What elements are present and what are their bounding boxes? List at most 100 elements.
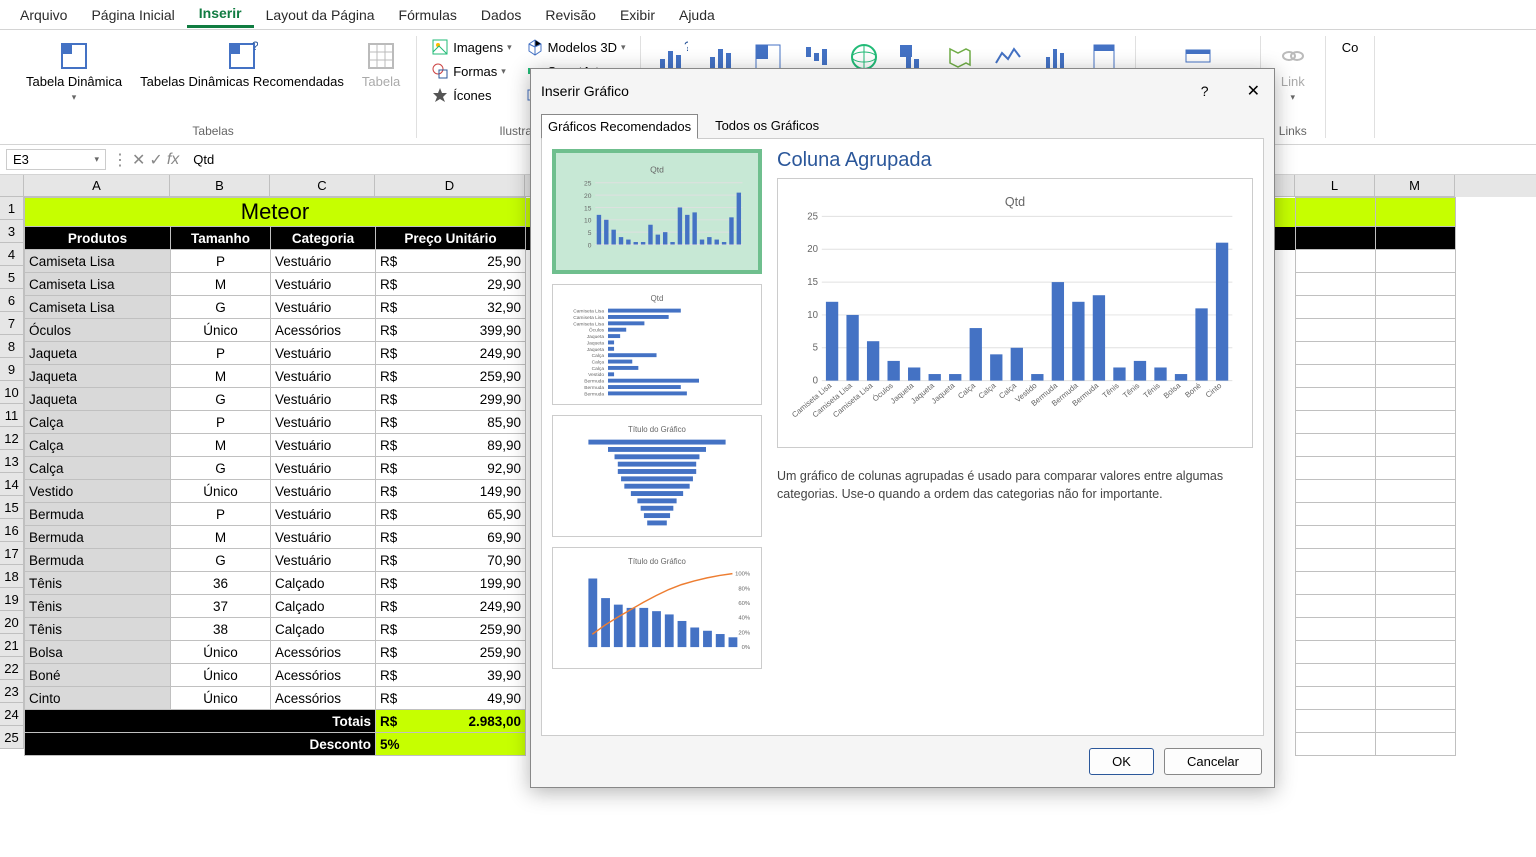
row-header-15[interactable]: 15	[0, 496, 24, 519]
row-header-19[interactable]: 19	[0, 588, 24, 611]
link-button[interactable]: Link▾	[1271, 36, 1315, 107]
pivot-table-button[interactable]: Tabela Dinâmica▾	[20, 36, 128, 107]
svg-text:5: 5	[588, 230, 592, 237]
thumb-column[interactable]: Qtd0510152025	[552, 149, 762, 274]
comment-button[interactable]: Co	[1336, 36, 1365, 60]
row-header-12[interactable]: 12	[0, 427, 24, 450]
menu-dados[interactable]: Dados	[469, 3, 533, 27]
svg-text:40%: 40%	[738, 616, 750, 622]
row-header-13[interactable]: 13	[0, 450, 24, 473]
row-header-20[interactable]: 20	[0, 611, 24, 634]
row-header-6[interactable]: 6	[0, 289, 24, 312]
svg-text:60%: 60%	[738, 601, 750, 607]
svg-text:10: 10	[807, 310, 818, 321]
thumb-pareto[interactable]: Título do Gráfico100%80%60%40%20%0%	[552, 547, 762, 669]
svg-text:0%: 0%	[742, 645, 750, 651]
svg-text:Bermuda: Bermuda	[584, 391, 604, 397]
menu-inserir[interactable]: Inserir	[187, 1, 254, 28]
ok-button[interactable]: OK	[1089, 748, 1154, 775]
menu-arquivo[interactable]: Arquivo	[8, 3, 79, 27]
col-header-D[interactable]: D	[375, 175, 525, 197]
svg-text:?: ?	[684, 41, 688, 54]
row-header-7[interactable]: 7	[0, 312, 24, 335]
row-header-22[interactable]: 22	[0, 657, 24, 680]
col-header-B[interactable]: B	[170, 175, 270, 197]
row-header-21[interactable]: 21	[0, 634, 24, 657]
menu-bar: Arquivo Página Inicial Inserir Layout da…	[0, 0, 1536, 30]
confirm-icon[interactable]: ✓	[149, 150, 162, 170]
row-header-23[interactable]: 23	[0, 680, 24, 703]
row-header-1[interactable]: 1	[0, 197, 24, 220]
row-header-4[interactable]: 4	[0, 243, 24, 266]
svg-text:Título do Gráfico: Título do Gráfico	[628, 425, 687, 434]
recommended-pivot-button[interactable]: ? Tabelas Dinâmicas Recomendadas	[134, 36, 350, 94]
menu-formulas[interactable]: Fórmulas	[387, 3, 469, 27]
insert-chart-dialog: Inserir Gráfico ? ✕ Gráficos Recomendado…	[530, 68, 1275, 788]
svg-text:Jaqueta: Jaqueta	[587, 346, 605, 352]
formula-icons: ⋮✕✓fx	[112, 150, 179, 170]
tab-all-charts[interactable]: Todos os Gráficos	[708, 113, 826, 138]
svg-text:25: 25	[584, 181, 592, 188]
pivot-table-icon	[58, 40, 90, 72]
svg-text:Bermuda: Bermuda	[584, 378, 604, 384]
link-icon	[1277, 40, 1309, 72]
tab-recommended[interactable]: Gráficos Recomendados	[541, 114, 698, 139]
menu-layout[interactable]: Layout da Página	[254, 3, 387, 27]
svg-text:Qtd: Qtd	[1005, 195, 1025, 209]
svg-text:Jaqueta: Jaqueta	[587, 334, 605, 340]
table-icon	[365, 40, 397, 72]
col-header-C[interactable]: C	[270, 175, 375, 197]
row-header-25[interactable]: 25	[0, 726, 24, 749]
chart-type-title: Coluna Agrupada	[777, 149, 1253, 172]
thumb-funnel[interactable]: Título do Gráfico	[552, 415, 762, 537]
row-header-24[interactable]: 24	[0, 703, 24, 726]
svg-text:Óculos: Óculos	[589, 326, 605, 333]
svg-text:Calça: Calça	[592, 365, 605, 371]
row-header-3[interactable]: 3	[0, 220, 24, 243]
svg-text:Bolsa: Bolsa	[1162, 381, 1183, 401]
row-header-9[interactable]: 9	[0, 358, 24, 381]
table-button[interactable]: Tabela	[356, 36, 406, 94]
row-header-17[interactable]: 17	[0, 542, 24, 565]
svg-text:20: 20	[584, 193, 592, 200]
row-header-14[interactable]: 14	[0, 473, 24, 496]
recommended-pivot-icon: ?	[226, 40, 258, 72]
svg-text:Camiseta Lisa: Camiseta Lisa	[573, 321, 604, 327]
svg-text:Qtd: Qtd	[651, 293, 664, 302]
fx-icon[interactable]: fx	[167, 151, 179, 169]
svg-text:0: 0	[813, 376, 818, 387]
svg-text:10: 10	[584, 218, 592, 225]
svg-text:0: 0	[588, 242, 592, 249]
cancel-icon[interactable]: ✕	[132, 150, 145, 170]
menu-exibir[interactable]: Exibir	[608, 3, 667, 27]
thumb-bar[interactable]: QtdCamiseta LisaCamiseta LisaCamiseta Li…	[552, 284, 762, 406]
select-all-corner[interactable]	[0, 175, 24, 197]
menu-revisao[interactable]: Revisão	[533, 3, 608, 27]
row-header-16[interactable]: 16	[0, 519, 24, 542]
col-header-L[interactable]: L	[1295, 175, 1375, 197]
icons-button[interactable]: Ícones	[427, 84, 515, 106]
menu-ajuda[interactable]: Ajuda	[667, 3, 727, 27]
col-header-A[interactable]: A	[24, 175, 170, 197]
shapes-button[interactable]: Formas ▾	[427, 60, 515, 82]
dialog-help-button[interactable]: ?	[1197, 79, 1213, 103]
svg-text:100%: 100%	[735, 572, 750, 578]
row-header-8[interactable]: 8	[0, 335, 24, 358]
cancel-button[interactable]: Cancelar	[1164, 748, 1262, 775]
svg-text:20%: 20%	[738, 630, 750, 636]
dialog-title: Inserir Gráfico	[541, 83, 629, 99]
name-box[interactable]: E3▾	[6, 149, 106, 170]
col-header-M[interactable]: M	[1375, 175, 1455, 197]
svg-text:Jaqueta: Jaqueta	[587, 340, 605, 346]
models3d-button[interactable]: Modelos 3D ▾	[522, 36, 630, 58]
row-header-10[interactable]: 10	[0, 381, 24, 404]
images-button[interactable]: Imagens ▾	[427, 36, 515, 58]
dialog-close-button[interactable]: ✕	[1243, 77, 1264, 105]
svg-text:15: 15	[807, 277, 818, 288]
tables-group-label: Tabelas	[192, 124, 233, 138]
row-header-5[interactable]: 5	[0, 266, 24, 289]
menu-inicio[interactable]: Página Inicial	[79, 3, 186, 27]
chart-preview[interactable]: Qtd0510152025Camiseta LisaCamiseta LisaC…	[777, 178, 1253, 448]
row-header-18[interactable]: 18	[0, 565, 24, 588]
row-header-11[interactable]: 11	[0, 404, 24, 427]
